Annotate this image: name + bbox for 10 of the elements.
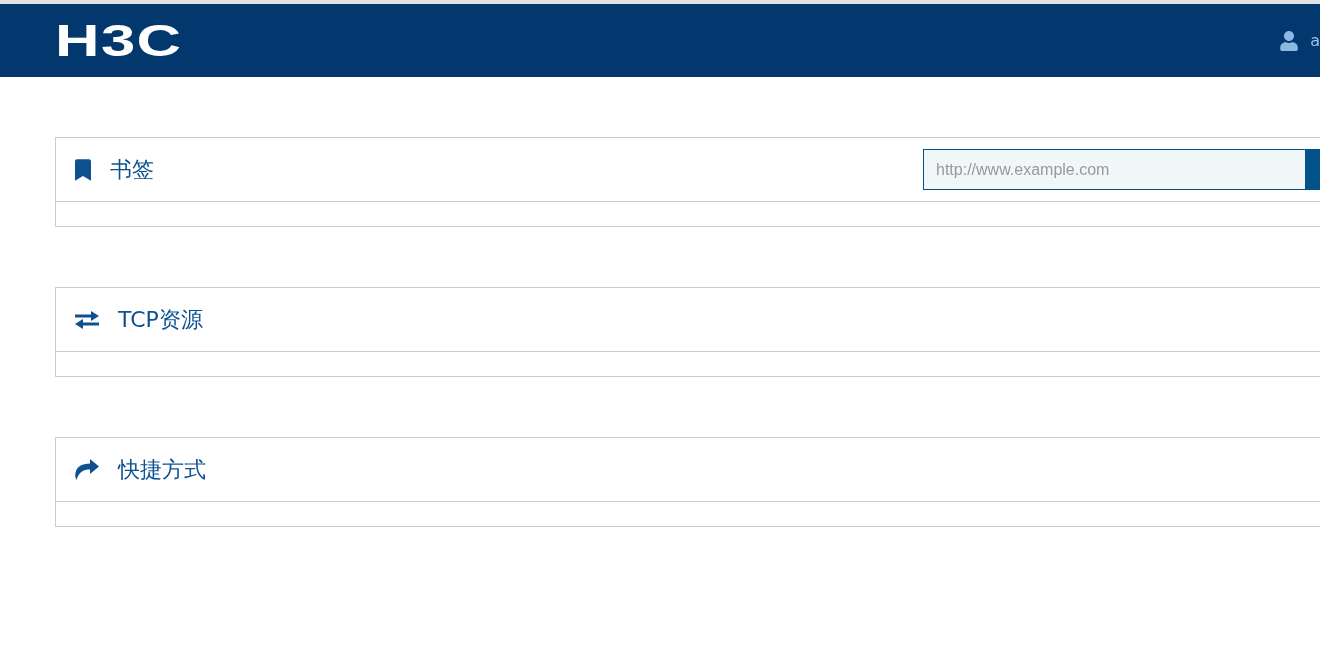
user-icon[interactable] (1280, 30, 1299, 51)
url-input[interactable]: http://www.example.com (923, 149, 1306, 190)
exchange-arrows-icon (75, 310, 99, 329)
share-arrow-icon (75, 459, 99, 480)
panel-title: TCP资源 (118, 308, 203, 331)
panel-title: 快捷方式 (118, 458, 206, 481)
bookmark-icon (75, 158, 91, 181)
panel-title: 书签 (110, 158, 154, 181)
logo: H3C (55, 18, 183, 63)
user-name[interactable]: a (1310, 32, 1320, 49)
